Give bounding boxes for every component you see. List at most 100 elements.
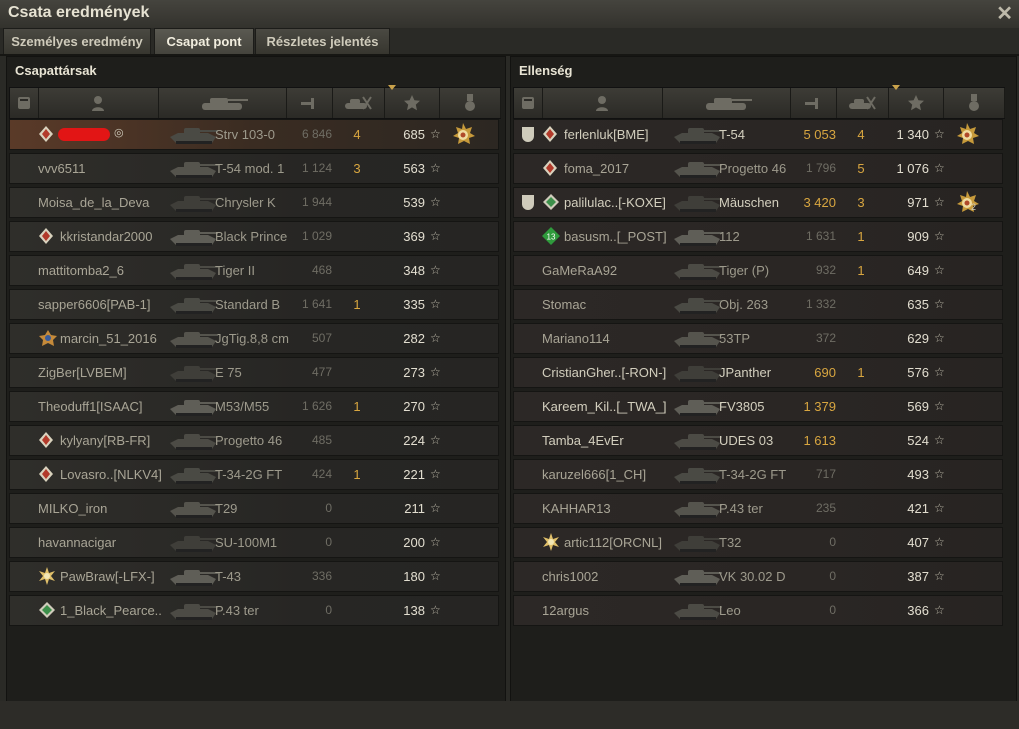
tank-image-icon bbox=[672, 497, 724, 521]
star-icon: ☆ bbox=[430, 127, 441, 141]
player-row[interactable]: 1_Black_Pearce.. P.43 ter 0 138 ☆ bbox=[9, 595, 499, 626]
player-row[interactable]: ZigBer[LVBEM] E 75 477 273 ☆ bbox=[9, 357, 499, 388]
player-name: foma_2017 bbox=[564, 161, 630, 176]
damage-value: 0 bbox=[325, 535, 332, 549]
damage-value: 5 053 bbox=[803, 127, 836, 142]
experience-value: 569 bbox=[907, 399, 929, 414]
player-row[interactable]: Stomac Obj. 263 1 332 635 ☆ bbox=[513, 289, 1003, 320]
player-row[interactable]: havannacigar SU-100M1 0 200 ☆ bbox=[9, 527, 499, 558]
tank-name: UDES 03 bbox=[719, 433, 774, 448]
damage-value: 372 bbox=[815, 331, 836, 345]
column-header-achievement-icon[interactable] bbox=[439, 88, 501, 118]
player-row[interactable]: KAHHAR13 P.43 ter 235 421 ☆ bbox=[513, 493, 1003, 524]
enemies-title: Ellenség bbox=[519, 63, 573, 78]
column-header-experience-icon[interactable] bbox=[384, 85, 440, 118]
tab-personal-result[interactable]: Személyes eredmény bbox=[3, 28, 151, 54]
kills-value: 1 bbox=[353, 297, 361, 312]
column-header-player-icon[interactable] bbox=[38, 88, 159, 118]
tab-detailed-report[interactable]: Részletes jelentés bbox=[255, 28, 390, 54]
star-icon: ☆ bbox=[934, 297, 945, 311]
experience-value: 369 bbox=[403, 229, 425, 244]
column-header-tank-header-icon[interactable] bbox=[158, 88, 287, 118]
tank-image-icon bbox=[168, 293, 220, 317]
player-row[interactable]: GaMeRaA92 Tiger (P) 932 1 649 ☆ bbox=[513, 255, 1003, 286]
column-header-player-icon[interactable] bbox=[542, 88, 663, 118]
medal-count: 2 bbox=[971, 202, 977, 212]
player-row[interactable]: Moisa_de_la_Deva Chrysler K 1 944 539 ☆ bbox=[9, 187, 499, 218]
player-row[interactable]: CristianGher..[-RON-] JPanther 690 1 576 ☆ bbox=[513, 357, 1003, 388]
experience-value: 200 bbox=[403, 535, 425, 550]
kills-value bbox=[854, 494, 868, 523]
column-header-vehicle-status-icon[interactable] bbox=[514, 88, 543, 118]
experience-value: 1 340 bbox=[896, 127, 929, 142]
kills-value bbox=[350, 494, 364, 523]
star-icon: ☆ bbox=[430, 161, 441, 175]
player-icon bbox=[596, 96, 608, 111]
player-row[interactable]: artic112[ORCNL] T32 0 407 ☆ bbox=[513, 527, 1003, 558]
player-name: ZigBer[LVBEM] bbox=[38, 365, 127, 380]
player-row[interactable]: sapper6606[PAB-1] Standard B 1 641 1 335 ☆ bbox=[9, 289, 499, 320]
tank-image-icon bbox=[672, 599, 724, 623]
kills-value bbox=[854, 324, 868, 353]
tank-image-icon bbox=[672, 123, 724, 147]
star-icon: ☆ bbox=[934, 467, 945, 481]
column-header-damage-icon[interactable] bbox=[790, 88, 837, 118]
rank-diamond-icon bbox=[38, 466, 54, 482]
player-row[interactable]: ◎ Strv 103-0 6 846 4 685 ☆ bbox=[9, 119, 499, 150]
tank-name: Mäuschen bbox=[719, 195, 779, 210]
kills-value: 4 bbox=[857, 127, 865, 142]
star-icon: ☆ bbox=[430, 467, 441, 481]
mastery-medal-icon[interactable] bbox=[955, 123, 979, 147]
player-row[interactable]: Tamba_4EvEr UDES 03 1 613 524 ☆ bbox=[513, 425, 1003, 456]
tank-image-icon bbox=[672, 191, 724, 215]
player-row[interactable]: mattitomba2_6 Tiger II 468 348 ☆ bbox=[9, 255, 499, 286]
kills-value bbox=[854, 392, 868, 421]
tank-image-icon bbox=[168, 395, 220, 419]
player-row[interactable]: foma_2017 Progetto 46 1 796 5 1 076 ☆ bbox=[513, 153, 1003, 184]
column-header-kills-icon[interactable] bbox=[332, 88, 385, 118]
experience-value: 524 bbox=[907, 433, 929, 448]
column-header-kills-icon[interactable] bbox=[836, 88, 889, 118]
tank-image-icon bbox=[168, 327, 220, 351]
damage-value: 468 bbox=[311, 263, 332, 277]
rank-diamond-icon bbox=[38, 228, 54, 244]
player-name: Lovasro..[NLKV4] bbox=[60, 467, 162, 482]
player-row[interactable]: kylyany[RB-FR] Progetto 46 485 224 ☆ bbox=[9, 425, 499, 456]
mastery-medal-icon[interactable] bbox=[451, 123, 475, 147]
star-icon: ☆ bbox=[430, 297, 441, 311]
player-row[interactable]: chris1002 VK 30.02 D 0 387 ☆ bbox=[513, 561, 1003, 592]
player-row[interactable]: marcin_51_2016 JgTig.8,8 cm 507 282 ☆ bbox=[9, 323, 499, 354]
enemies-panel: Ellenség ferlenluk[BME] T-54 5 053 4 1 340 ☆ f… bbox=[510, 56, 1017, 702]
rank-green-icon bbox=[542, 194, 559, 210]
damage-icon bbox=[805, 98, 818, 109]
player-row[interactable]: 13 basusm..[_POST] 112 1 631 1 909 ☆ bbox=[513, 221, 1003, 252]
player-row[interactable]: Mariano114 53TP 372 629 ☆ bbox=[513, 323, 1003, 354]
player-icon bbox=[92, 96, 104, 111]
column-header-achievement-icon[interactable] bbox=[943, 88, 1005, 118]
player-row[interactable]: MILKO_iron T29 0 211 ☆ bbox=[9, 493, 499, 524]
player-row[interactable]: Kareem_Kil..[_TWA_] FV3805 1 379 569 ☆ bbox=[513, 391, 1003, 422]
column-header-tank-header-icon[interactable] bbox=[662, 88, 791, 118]
player-row[interactable]: kkristandar2000 Black Prince 1 029 369 ☆ bbox=[9, 221, 499, 252]
column-header-vehicle-status-icon[interactable] bbox=[10, 88, 39, 118]
player-row[interactable]: vvv6511 T-54 mod. 1 1 124 3 563 ☆ bbox=[9, 153, 499, 184]
player-name: Mariano114 bbox=[542, 331, 610, 346]
player-name: Kareem_Kil..[_TWA_] bbox=[542, 399, 667, 414]
experience-value: 539 bbox=[403, 195, 425, 210]
player-row[interactable]: Lovasro..[NLKV4] T-34-2G FT 424 1 221 ☆ bbox=[9, 459, 499, 490]
kills-value bbox=[350, 222, 364, 251]
player-row[interactable]: palilulac..[-KOXE] Mäuschen 3 420 3 971 ☆ 2 bbox=[513, 187, 1003, 218]
tank-name: M53/M55 bbox=[215, 399, 270, 414]
player-row[interactable]: Theoduff1[ISAAC] M53/M55 1 626 1 270 ☆ bbox=[9, 391, 499, 422]
column-header-experience-icon[interactable] bbox=[888, 85, 944, 118]
achievement-icon bbox=[968, 94, 979, 111]
experience-value: 224 bbox=[403, 433, 425, 448]
column-header-damage-icon[interactable] bbox=[286, 88, 333, 118]
player-row[interactable]: ferlenluk[BME] T-54 5 053 4 1 340 ☆ bbox=[513, 119, 1003, 150]
close-icon[interactable]: ✕ bbox=[996, 1, 1013, 26]
tab-team-score[interactable]: Csapat pont bbox=[154, 28, 254, 54]
kills-value bbox=[350, 256, 364, 285]
player-row[interactable]: PawBraw[-LFX-] T-43 336 180 ☆ bbox=[9, 561, 499, 592]
player-row[interactable]: 12argus Leo 0 366 ☆ bbox=[513, 595, 1003, 626]
player-row[interactable]: karuzel666[1_CH] T-34-2G FT 717 493 ☆ bbox=[513, 459, 1003, 490]
